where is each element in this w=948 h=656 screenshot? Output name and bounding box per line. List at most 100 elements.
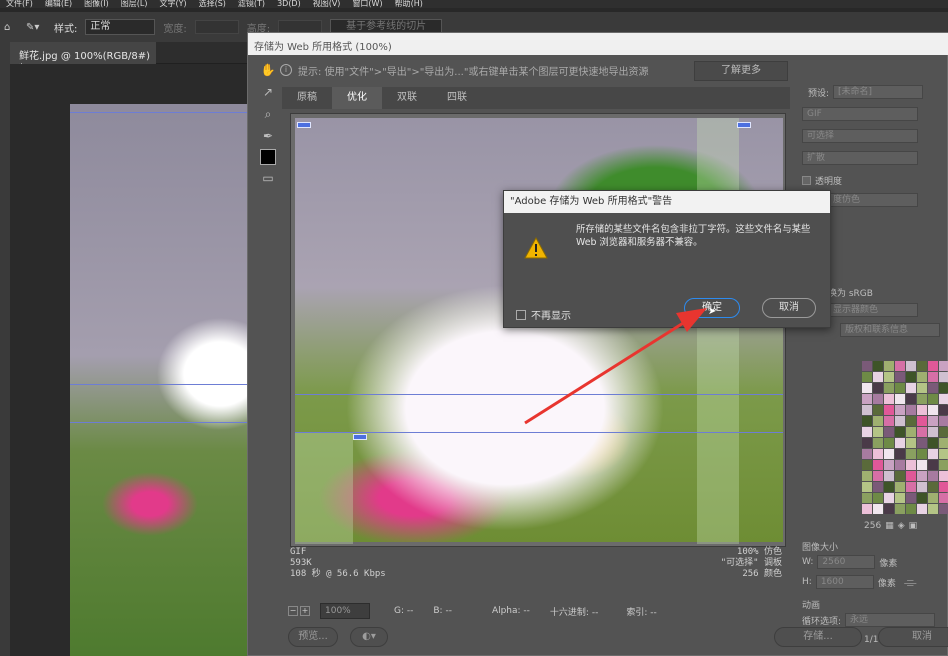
- palette-swatch[interactable]: [917, 438, 927, 448]
- palette-swatch[interactable]: [862, 493, 872, 503]
- palette-swatch[interactable]: [873, 394, 883, 404]
- palette-swatch[interactable]: [884, 460, 894, 470]
- palette-swatch[interactable]: [928, 482, 938, 492]
- web-shift-icon[interactable]: ◈: [898, 521, 905, 531]
- preview-button[interactable]: 预览...: [288, 627, 338, 647]
- view-tab[interactable]: 原稿: [282, 87, 332, 109]
- palette-swatch[interactable]: [862, 383, 872, 393]
- palette-swatch[interactable]: [917, 504, 927, 514]
- palette-swatch[interactable]: [884, 416, 894, 426]
- palette-swatch[interactable]: [939, 493, 948, 503]
- menu-item[interactable]: 编辑(E): [45, 0, 72, 8]
- zoom-tool-icon[interactable]: ⌕: [259, 105, 277, 123]
- palette-swatch[interactable]: [906, 427, 916, 437]
- menu-item[interactable]: 滤镜(T): [238, 0, 265, 8]
- palette-swatch[interactable]: [873, 482, 883, 492]
- toggle-slices-icon[interactable]: ▭: [259, 169, 277, 187]
- format-select[interactable]: GIF: [802, 107, 918, 121]
- palette-swatch[interactable]: [862, 471, 872, 481]
- palette-swatch[interactable]: [939, 361, 948, 371]
- palette-swatch[interactable]: [906, 438, 916, 448]
- menu-item[interactable]: 图层(L): [121, 0, 148, 8]
- palette-swatch[interactable]: [906, 471, 916, 481]
- palette-swatch[interactable]: [939, 438, 948, 448]
- palette-swatch[interactable]: [906, 405, 916, 415]
- browser-preview-button[interactable]: ◐▾: [350, 627, 388, 647]
- palette-swatch[interactable]: [873, 493, 883, 503]
- palette-swatch[interactable]: [917, 471, 927, 481]
- palette-swatch[interactable]: [884, 493, 894, 503]
- palette-swatch[interactable]: [862, 449, 872, 459]
- palette-swatch[interactable]: [906, 504, 916, 514]
- palette-swatch[interactable]: [895, 493, 905, 503]
- palette-swatch[interactable]: [906, 449, 916, 459]
- palette-swatch[interactable]: [928, 394, 938, 404]
- palette-swatch[interactable]: [939, 416, 948, 426]
- menu-item[interactable]: 3D(D): [277, 0, 301, 8]
- palette-swatch[interactable]: [906, 493, 916, 503]
- palette-swatch[interactable]: [928, 416, 938, 426]
- palette-swatch[interactable]: [884, 361, 894, 371]
- palette-swatch[interactable]: [939, 471, 948, 481]
- metadata-select[interactable]: 版权和联系信息: [840, 323, 940, 337]
- preview-color-select[interactable]: 显示器颜色: [828, 303, 918, 317]
- palette-swatch[interactable]: [862, 394, 872, 404]
- palette-swatch[interactable]: [862, 504, 872, 514]
- palette-swatch[interactable]: [939, 405, 948, 415]
- hand-tool-icon[interactable]: ✋: [259, 61, 277, 79]
- palette-swatch[interactable]: [906, 383, 916, 393]
- view-tab[interactable]: 双联: [382, 87, 432, 109]
- palette-swatch[interactable]: [895, 372, 905, 382]
- palette-swatch[interactable]: [939, 427, 948, 437]
- palette-swatch[interactable]: [917, 394, 927, 404]
- palette-swatch[interactable]: [906, 394, 916, 404]
- palette-swatch[interactable]: [928, 438, 938, 448]
- dont-show-checkbox[interactable]: [516, 309, 526, 320]
- palette-swatch[interactable]: [928, 405, 938, 415]
- alert-cancel-button[interactable]: 取消: [762, 298, 816, 318]
- width-input[interactable]: 2560: [817, 555, 876, 569]
- palette-swatch[interactable]: [895, 449, 905, 459]
- palette-swatch[interactable]: [917, 493, 927, 503]
- palette-swatch[interactable]: [862, 427, 872, 437]
- zoom-out-icon[interactable]: −: [288, 606, 298, 616]
- learn-more-button[interactable]: 了解更多: [694, 61, 788, 81]
- color-table[interactable]: [862, 361, 948, 521]
- palette-swatch[interactable]: [906, 361, 916, 371]
- palette-swatch[interactable]: [906, 482, 916, 492]
- preset-select[interactable]: [未命名]: [833, 85, 924, 99]
- slice-select-tool-icon[interactable]: ↗: [259, 83, 277, 101]
- palette-swatch[interactable]: [862, 482, 872, 492]
- palette-swatch[interactable]: [939, 383, 948, 393]
- palette-swatch[interactable]: [873, 405, 883, 415]
- palette-swatch[interactable]: [895, 460, 905, 470]
- palette-swatch[interactable]: [873, 449, 883, 459]
- palette-swatch[interactable]: [917, 383, 927, 393]
- eyedropper-color-swatch[interactable]: [260, 149, 276, 165]
- palette-swatch[interactable]: [895, 482, 905, 492]
- menu-item[interactable]: 窗口(W): [352, 0, 382, 8]
- palette-swatch[interactable]: [917, 361, 927, 371]
- view-tab[interactable]: 优化: [332, 87, 382, 109]
- palette-swatch[interactable]: [917, 460, 927, 470]
- menu-item[interactable]: 文字(Y): [159, 0, 186, 8]
- palette-swatch[interactable]: [873, 416, 883, 426]
- palette-swatch[interactable]: [873, 361, 883, 371]
- document-tab[interactable]: 鲜花.jpg @ 100%(RGB/8#) * ×: [10, 42, 156, 73]
- palette-swatch[interactable]: [873, 438, 883, 448]
- palette-swatch[interactable]: [906, 416, 916, 426]
- palette-swatch[interactable]: [884, 449, 894, 459]
- palette-swatch[interactable]: [884, 482, 894, 492]
- height-input[interactable]: 1600: [815, 575, 874, 589]
- palette-swatch[interactable]: [873, 427, 883, 437]
- zoom-in-icon[interactable]: +: [300, 606, 310, 616]
- srgb-label[interactable]: 换为 sRGB: [828, 286, 873, 299]
- palette-swatch[interactable]: [862, 460, 872, 470]
- home-icon[interactable]: ⌂: [4, 22, 18, 33]
- palette-swatch[interactable]: [895, 438, 905, 448]
- palette-swatch[interactable]: [884, 405, 894, 415]
- menu-item[interactable]: 文件(F): [6, 0, 33, 8]
- reduction-select[interactable]: 可选择: [802, 129, 918, 143]
- palette-swatch[interactable]: [884, 438, 894, 448]
- loop-select[interactable]: 永远: [845, 613, 936, 627]
